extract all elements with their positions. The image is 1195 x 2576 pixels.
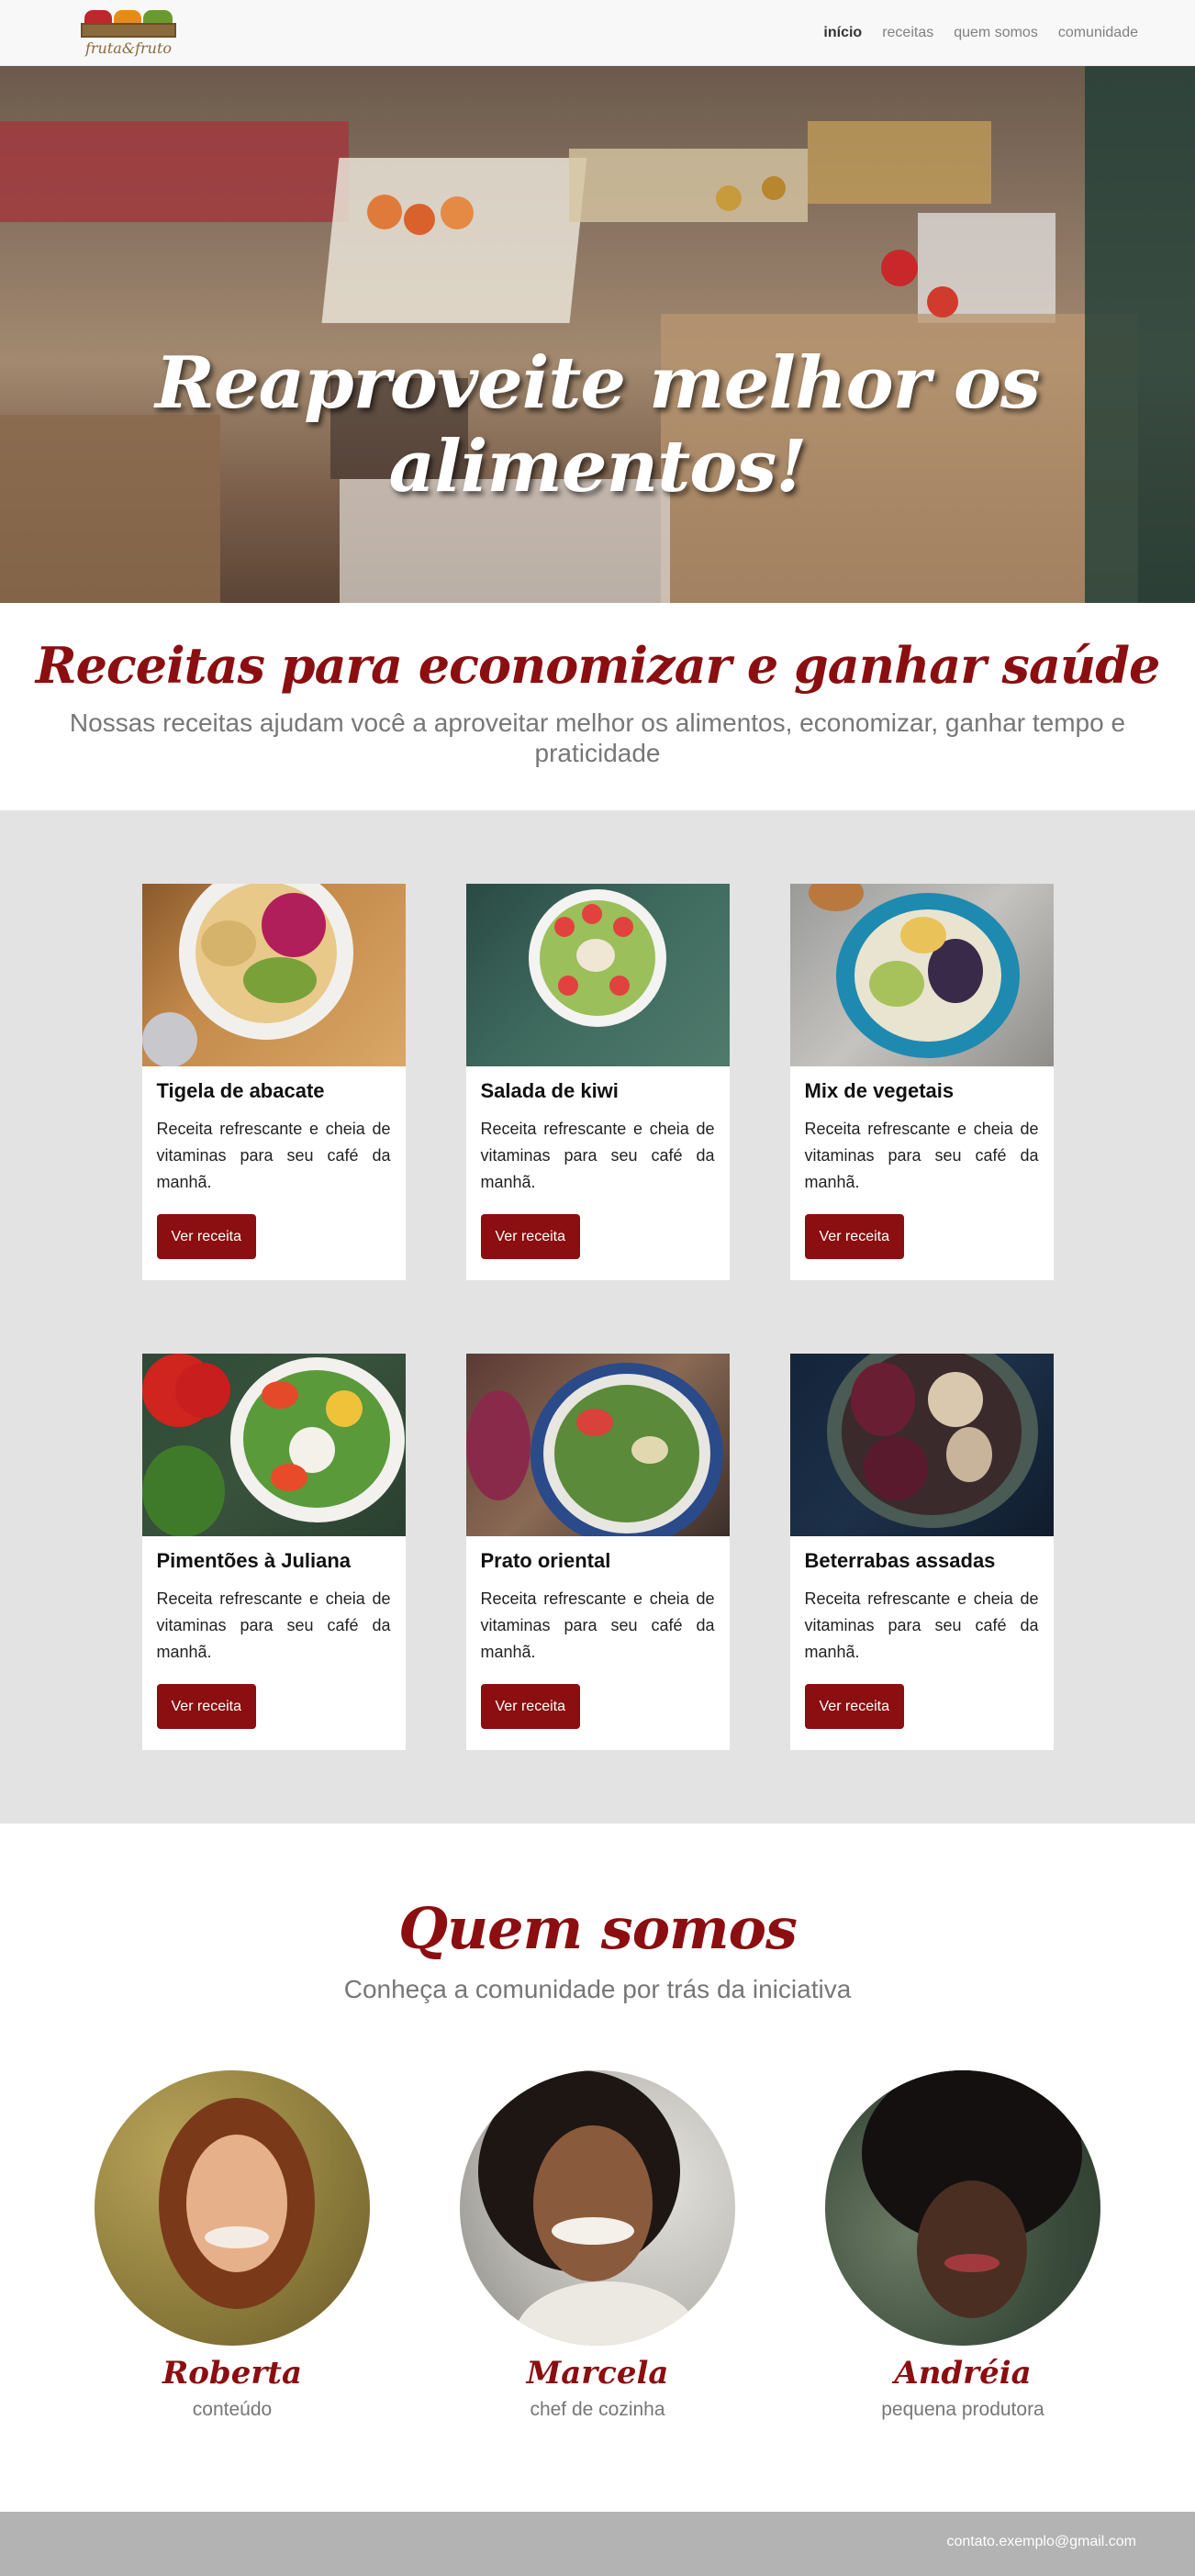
about-title: Quem somos xyxy=(398,1895,798,1962)
recipe-image-peppers xyxy=(141,1354,406,1536)
team-member-role: chef de cozinha xyxy=(530,2399,665,2420)
hero-fruit xyxy=(441,196,474,229)
hero-photo-element xyxy=(808,121,991,204)
team-member-name: Andréia xyxy=(894,2355,1032,2392)
recipe-card: Salada de kiwi Receita refrescante e che… xyxy=(465,884,730,1280)
about-section: Quem somos Conheça a comunidade por trás… xyxy=(0,1823,1195,2512)
recipe-description: Receita refrescante e cheia de vitaminas… xyxy=(480,1589,715,1661)
avatar xyxy=(825,2070,1100,2346)
hero-fruit xyxy=(927,286,958,318)
team-list: Roberta conteúdo Marcela chef de cozinha… xyxy=(0,2070,1195,2421)
hero-fruit xyxy=(716,185,742,211)
recipe-description: Receita refrescante e cheia de vitaminas… xyxy=(156,1589,391,1661)
fruit-crate-icon xyxy=(81,10,176,39)
recipe-description: Receita refrescante e cheia de vitaminas… xyxy=(804,1589,1039,1661)
hero-fruit xyxy=(762,176,786,200)
nav-link-quem-somos[interactable]: quem somos xyxy=(954,25,1038,41)
hero-photo-element xyxy=(0,121,349,222)
nav-link-inicio[interactable]: início xyxy=(823,25,862,41)
recipe-image-kiwi-salad xyxy=(465,884,730,1066)
hero-photo-element xyxy=(321,158,587,323)
team-member-name: Marcela xyxy=(526,2355,669,2392)
brand-logo[interactable]: fruta&fruto xyxy=(77,0,180,66)
recipe-title: Mix de vegetais xyxy=(804,1079,955,1102)
contact-email[interactable]: contato.exemplo@gmail.com xyxy=(946,2534,1136,2550)
navbar: fruta&fruto início receitas quem somos c… xyxy=(0,0,1195,66)
recipe-title: Salada de kiwi xyxy=(480,1079,619,1102)
team-member: Roberta conteúdo xyxy=(95,2070,370,2421)
recipe-image-roasted-beets xyxy=(789,1354,1054,1536)
view-recipe-button[interactable]: Ver receita xyxy=(480,1214,580,1259)
view-recipe-button[interactable]: Ver receita xyxy=(156,1684,256,1729)
recipe-row: Pimentões à Juliana Receita refrescante … xyxy=(0,1354,1195,1750)
footer: contato.exemplo@gmail.com xyxy=(0,2512,1195,2576)
recipe-description: Receita refrescante e cheia de vitaminas… xyxy=(804,1120,1039,1191)
avatar xyxy=(460,2070,735,2346)
hero-fruit xyxy=(404,204,435,235)
hero-fruit xyxy=(367,195,402,229)
recipe-title: Beterrabas assadas xyxy=(804,1549,996,1572)
recipe-title: Pimentões à Juliana xyxy=(156,1549,352,1572)
intro-section: Receitas para economizar e ganhar saúde … xyxy=(0,603,1195,810)
recipe-card: Tigela de abacate Receita refrescante e … xyxy=(141,884,406,1280)
recipe-title: Prato oriental xyxy=(480,1549,611,1572)
recipe-description: Receita refrescante e cheia de vitaminas… xyxy=(480,1120,715,1191)
team-member: Marcela chef de cozinha xyxy=(460,2070,735,2421)
recipe-image-vegetable-mix xyxy=(789,884,1054,1066)
main-nav: início receitas quem somos comunidade xyxy=(823,0,1138,66)
nav-link-comunidade[interactable]: comunidade xyxy=(1058,25,1138,41)
intro-subtitle: Nossas receitas ajudam você a aproveitar… xyxy=(69,708,1126,767)
view-recipe-button[interactable]: Ver receita xyxy=(804,1214,904,1259)
recipe-card: Mix de vegetais Receita refrescante e ch… xyxy=(789,884,1054,1280)
team-member-role: pequena produtora xyxy=(881,2399,1044,2420)
about-subtitle: Conheça a comunidade por trás da iniciat… xyxy=(343,1975,852,2003)
view-recipe-button[interactable]: Ver receita xyxy=(156,1214,256,1259)
recipe-description: Receita refrescante e cheia de vitaminas… xyxy=(156,1120,391,1191)
hero-photo-element xyxy=(1085,66,1195,603)
recipe-title: Tigela de abacate xyxy=(156,1079,325,1102)
view-recipe-button[interactable]: Ver receita xyxy=(804,1684,904,1729)
hero-title: Reaproveite melhor os alimentos! xyxy=(155,341,1041,508)
brand-logo-text: fruta&fruto xyxy=(84,39,173,57)
recipe-image-oriental-dish xyxy=(465,1354,730,1536)
recipe-image-avocado-bowl xyxy=(141,884,406,1066)
intro-title: Receitas para economizar e ganhar saúde xyxy=(35,636,1161,695)
recipe-card: Prato oriental Receita refrescante e che… xyxy=(465,1354,730,1750)
view-recipe-button[interactable]: Ver receita xyxy=(480,1684,580,1729)
team-member-role: conteúdo xyxy=(192,2399,273,2420)
recipe-card: Pimentões à Juliana Receita refrescante … xyxy=(141,1354,406,1750)
nav-link-receitas[interactable]: receitas xyxy=(882,25,933,41)
hero-fruit xyxy=(881,250,918,286)
team-member-name: Roberta xyxy=(162,2355,302,2392)
recipes-section: Tigela de abacate Receita refrescante e … xyxy=(0,810,1195,1823)
avatar xyxy=(95,2070,370,2346)
team-member: Andréia pequena produtora xyxy=(825,2070,1100,2421)
hero-banner: Reaproveite melhor os alimentos! xyxy=(0,66,1195,603)
recipe-row: Tigela de abacate Receita refrescante e … xyxy=(0,884,1195,1280)
recipe-card: Beterrabas assadas Receita refrescante e… xyxy=(789,1354,1054,1750)
